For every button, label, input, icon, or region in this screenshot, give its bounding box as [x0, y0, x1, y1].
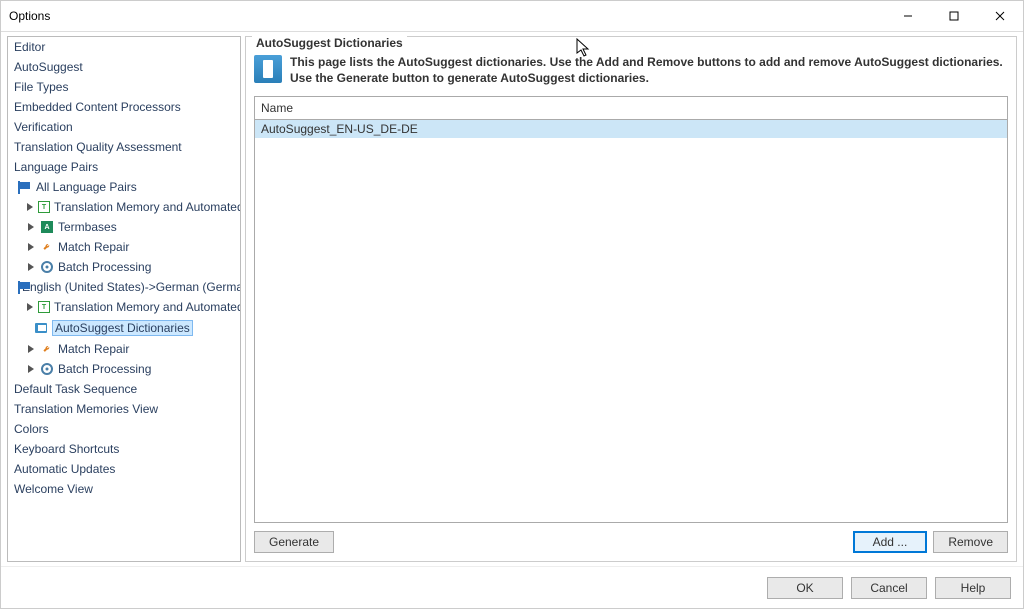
dictionaries-list[interactable]: Name AutoSuggest_EN-US_DE-DE: [254, 96, 1008, 523]
tree-item-welcome[interactable]: Welcome View: [8, 479, 240, 499]
window-controls: [885, 1, 1023, 31]
tree-label: Batch Processing: [58, 260, 151, 274]
tree-label: Translation Memory and Automated: [54, 300, 241, 314]
gear-icon: [40, 362, 54, 376]
expand-icon[interactable]: [26, 302, 34, 312]
tree-item-match-repair[interactable]: Match Repair: [8, 237, 240, 257]
tree-item-tm-automated[interactable]: T Translation Memory and Automated: [8, 197, 240, 217]
expand-icon[interactable]: [26, 262, 36, 272]
add-button[interactable]: Add ...: [853, 531, 928, 553]
tree-label: Batch Processing: [58, 362, 151, 376]
tree-item-embedded[interactable]: Embedded Content Processors: [8, 97, 240, 117]
main-area: Editor AutoSuggest File Types Embedded C…: [1, 31, 1023, 566]
tree-label: English (United States)->German (Germa: [22, 280, 241, 294]
tree-item-all-language-pairs[interactable]: All Language Pairs: [8, 177, 240, 197]
group-buttons: Generate Add ... Remove: [246, 531, 1016, 561]
tree-item-default-task[interactable]: Default Task Sequence: [8, 379, 240, 399]
tree-item-termbases[interactable]: A Termbases: [8, 217, 240, 237]
dialog-footer: OK Cancel Help: [1, 566, 1023, 608]
minimize-button[interactable]: [885, 1, 931, 31]
tree-item-batch-processing[interactable]: Batch Processing: [8, 257, 240, 277]
tree-label: Termbases: [58, 220, 117, 234]
expand-icon[interactable]: [26, 344, 36, 354]
remove-button[interactable]: Remove: [933, 531, 1008, 553]
info-text: This page lists the AutoSuggest dictiona…: [290, 55, 1008, 86]
tree-item-autosuggest-dictionaries[interactable]: AutoSuggest Dictionaries: [8, 317, 240, 339]
tree-item-language-pairs[interactable]: Language Pairs: [8, 157, 240, 177]
tree-item-colors[interactable]: Colors: [8, 419, 240, 439]
maximize-button[interactable]: [931, 1, 977, 31]
tree-label: Match Repair: [58, 240, 129, 254]
tree-item-autosuggest[interactable]: AutoSuggest: [8, 57, 240, 77]
gear-icon: [40, 260, 54, 274]
expand-icon[interactable]: [26, 364, 36, 374]
wrench-icon: [40, 240, 54, 254]
autosuggest-group: AutoSuggest Dictionaries This page lists…: [245, 36, 1017, 562]
tree-item-tm-automated-2[interactable]: T Translation Memory and Automated: [8, 297, 240, 317]
tree-item-editor[interactable]: Editor: [8, 37, 240, 57]
tree-label: AutoSuggest Dictionaries: [52, 320, 193, 336]
close-button[interactable]: [977, 1, 1023, 31]
generate-button[interactable]: Generate: [254, 531, 334, 553]
tm-icon: T: [38, 300, 50, 314]
cancel-button[interactable]: Cancel: [851, 577, 927, 599]
dictionary-icon: [34, 321, 48, 335]
expand-icon[interactable]: [26, 242, 36, 252]
tree-item-lang-en-de[interactable]: English (United States)->German (Germa: [8, 277, 240, 297]
tree-item-match-repair-2[interactable]: Match Repair: [8, 339, 240, 359]
tree-item-shortcuts[interactable]: Keyboard Shortcuts: [8, 439, 240, 459]
help-button[interactable]: Help: [935, 577, 1011, 599]
row-name: AutoSuggest_EN-US_DE-DE: [261, 122, 418, 136]
tree-item-file-types[interactable]: File Types: [8, 77, 240, 97]
column-header-name[interactable]: Name: [255, 97, 1007, 120]
content-panel: AutoSuggest Dictionaries This page lists…: [245, 36, 1017, 562]
window-title: Options: [9, 9, 50, 23]
ok-button[interactable]: OK: [767, 577, 843, 599]
expand-icon[interactable]: [26, 202, 34, 212]
group-title: AutoSuggest Dictionaries: [252, 36, 407, 50]
flag-icon: [18, 182, 32, 192]
tree-label: Match Repair: [58, 342, 129, 356]
options-dialog: Options Editor AutoSuggest File Types Em…: [0, 0, 1024, 609]
wrench-icon: [40, 342, 54, 356]
tree-item-batch-processing-2[interactable]: Batch Processing: [8, 359, 240, 379]
tree-item-verification[interactable]: Verification: [8, 117, 240, 137]
table-body: AutoSuggest_EN-US_DE-DE: [255, 120, 1007, 522]
tree-label: All Language Pairs: [36, 180, 137, 194]
tree-item-tqa[interactable]: Translation Quality Assessment: [8, 137, 240, 157]
table-row[interactable]: AutoSuggest_EN-US_DE-DE: [255, 120, 1007, 138]
termbase-icon: A: [40, 220, 54, 234]
spacer: [340, 531, 847, 553]
expand-icon[interactable]: [26, 222, 36, 232]
tree-item-tm-view[interactable]: Translation Memories View: [8, 399, 240, 419]
tree-label: Translation Memory and Automated: [54, 200, 241, 214]
tm-icon: T: [38, 200, 50, 214]
info-row: This page lists the AutoSuggest dictiona…: [246, 51, 1016, 96]
dictionary-icon: [254, 55, 282, 83]
tree-item-updates[interactable]: Automatic Updates: [8, 459, 240, 479]
titlebar: Options: [1, 1, 1023, 31]
options-tree[interactable]: Editor AutoSuggest File Types Embedded C…: [7, 36, 241, 562]
